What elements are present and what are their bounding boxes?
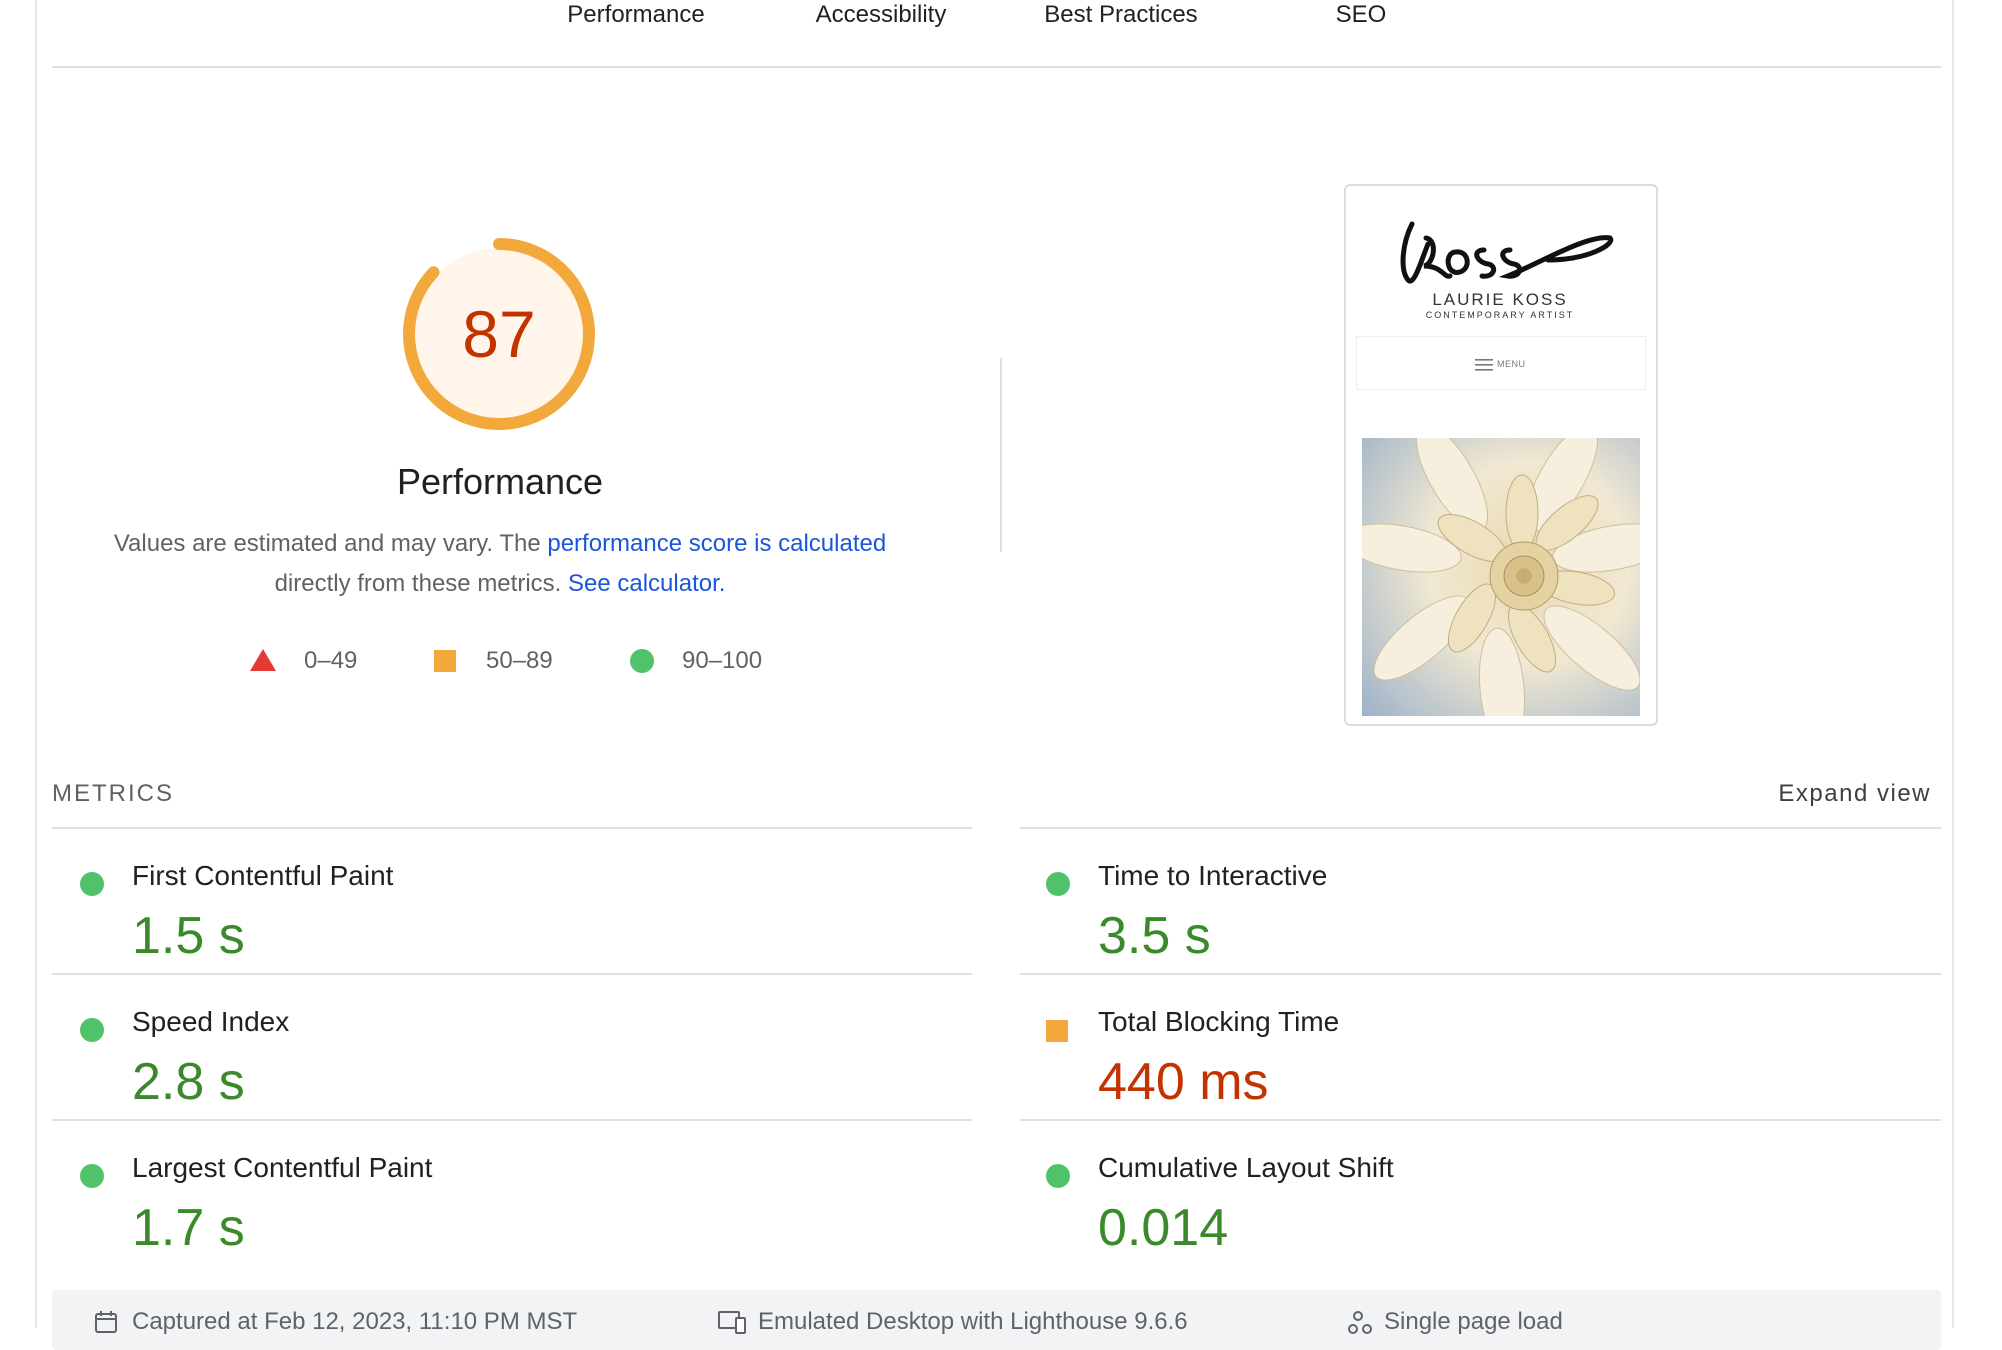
final-screenshot[interactable]: LAURIE KOSS CONTEMPORARY ARTIST MENU [1344, 184, 1658, 726]
metric-value: 1.7 s [132, 1199, 245, 1257]
metrics-divider [52, 973, 972, 975]
koss-logo-script [1400, 221, 1614, 284]
desktop-device-icon [718, 1311, 746, 1334]
metrics-divider-right-top [1020, 827, 1941, 829]
performance-score: 87 [462, 297, 536, 371]
single-page-load-text: Single page load [1384, 1308, 1563, 1335]
metric-label: Cumulative Layout Shift [1098, 1152, 1394, 1183]
circle-pass-icon [80, 872, 104, 896]
tab-performance[interactable]: Performance [556, 0, 716, 30]
mobile-menu-bar: MENU [1356, 336, 1646, 390]
report-frame-right [1952, 0, 1954, 1328]
tab-best-practices[interactable]: Best Practices [1036, 0, 1206, 30]
description-text-1: Values are estimated and may vary. The [113, 530, 548, 557]
circle-pass-icon [1046, 1164, 1070, 1188]
metrics-divider [1020, 973, 1941, 975]
circle-pass-icon [80, 1164, 104, 1188]
legend-fail-label: 0–49 [304, 647, 358, 674]
artist-name: LAURIE KOSS [1432, 290, 1568, 309]
square-average-icon [1046, 1020, 1068, 1042]
score-calculated-link[interactable]: performance score is calculated [547, 530, 886, 557]
metric-label: Time to Interactive [1098, 860, 1328, 891]
menu-label: MENU [1497, 359, 1526, 369]
circle-pass-icon [630, 649, 654, 673]
vertical-divider [1000, 358, 1002, 552]
gauge-title: Performance [396, 461, 604, 502]
circle-pass-icon [80, 1018, 104, 1042]
metric-speed-index: Speed Index 2.8 s [52, 986, 952, 1132]
metric-value: 1.5 s [132, 907, 245, 965]
single-page-load-icon [1348, 1311, 1372, 1334]
report-frame-left [35, 0, 37, 1328]
metric-value: 0.014 [1098, 1199, 1229, 1257]
score-legend: 0–49 50–89 90–100 [250, 644, 810, 678]
description-text-2: directly from these metrics. [274, 570, 568, 597]
metrics-divider [1020, 1119, 1941, 1121]
artist-subtitle: CONTEMPORARY ARTIST [1425, 310, 1575, 320]
metric-largest-contentful-paint: Largest Contentful Paint 1.7 s [52, 1132, 952, 1278]
metric-label: First Contentful Paint [132, 860, 394, 891]
metric-label: Total Blocking Time [1098, 1006, 1340, 1037]
square-average-icon [434, 650, 456, 672]
legend-average-label: 50–89 [486, 647, 553, 674]
metric-value: 440 ms [1098, 1053, 1269, 1111]
metric-value: 3.5 s [1098, 907, 1211, 965]
metrics-divider [52, 1119, 972, 1121]
score-description: Values are estimated and may vary. The p… [100, 524, 900, 604]
metric-label: Speed Index [132, 1006, 290, 1037]
metric-first-contentful-paint: First Contentful Paint 1.5 s [52, 840, 952, 986]
runtime-info-bar: Captured at Feb 12, 2023, 11:10 PM MST E… [52, 1290, 1941, 1350]
see-calculator-link[interactable]: See calculator. [568, 570, 725, 597]
expand-view-button[interactable]: Expand view [1600, 780, 1931, 808]
metric-label: Largest Contentful Paint [132, 1152, 433, 1183]
captured-at-text: Captured at Feb 12, 2023, 11:10 PM MST [132, 1308, 578, 1335]
metric-cumulative-layout-shift: Cumulative Layout Shift 0.014 [1018, 1132, 1918, 1278]
dahlia-flower-image [1362, 438, 1640, 716]
triangle-fail-icon [250, 649, 276, 671]
tab-accessibility[interactable]: Accessibility [796, 0, 966, 30]
metric-total-blocking-time: Total Blocking Time 440 ms [1018, 986, 1918, 1132]
metrics-divider-left-top [52, 827, 972, 829]
metric-value: 2.8 s [132, 1053, 245, 1111]
category-tabs: Performance Accessibility Best Practices… [0, 0, 2002, 40]
legend-pass-label: 90–100 [682, 647, 763, 674]
tabs-divider [52, 66, 1941, 68]
metrics-heading: METRICS [52, 780, 174, 807]
hamburger-icon [1475, 359, 1493, 371]
metric-time-to-interactive: Time to Interactive 3.5 s [1018, 840, 1918, 986]
circle-pass-icon [1046, 872, 1070, 896]
emulated-device-text: Emulated Desktop with Lighthouse 9.6.6 [758, 1308, 1188, 1335]
calendar-icon [95, 1311, 117, 1333]
tab-seo[interactable]: SEO [1306, 0, 1416, 30]
